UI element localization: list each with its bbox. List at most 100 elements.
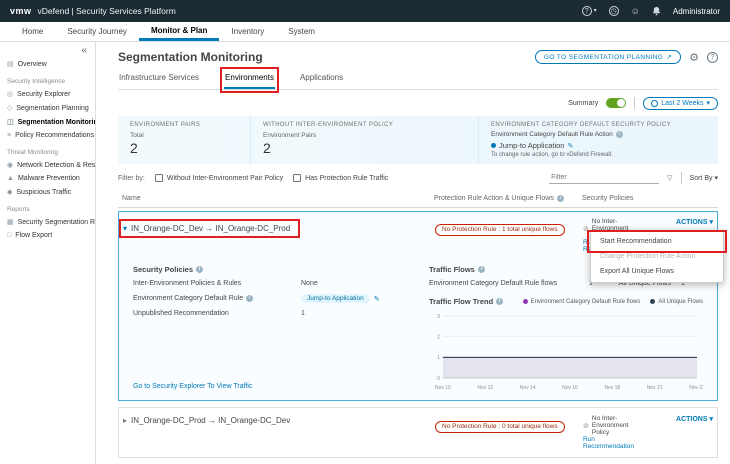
tab-environments[interactable]: Environments bbox=[224, 71, 275, 89]
tab-applications[interactable]: Applications bbox=[299, 71, 344, 89]
checkbox-without-inter-env-policy[interactable]: Without Inter-Environment Pair Policy bbox=[155, 174, 283, 182]
chart-legend: Environment Category Default Rule flows … bbox=[523, 299, 703, 305]
help-circle-icon[interactable]: ? bbox=[707, 52, 718, 63]
no-policy-icon: ⊘ bbox=[583, 422, 589, 430]
suspicious-traffic-icon: ◆ bbox=[7, 188, 12, 196]
sidebar-group-threat-monitoring: Threat Monitoring bbox=[0, 142, 95, 158]
field-unpublished-recommendation-value: 1 bbox=[301, 310, 305, 317]
rule-action-label: Environment Category Default Rule Action bbox=[491, 131, 613, 138]
sidebar-item-overview[interactable]: ▤ Overview bbox=[0, 57, 95, 71]
menu-item-start-recommendation[interactable]: Start Recommendation bbox=[591, 234, 723, 249]
chevron-right-icon[interactable]: ▸ bbox=[123, 416, 127, 425]
row-name-dev-to-prod[interactable]: ▾ IN_Orange-DC_Dev → IN_Orange-DC_Prod bbox=[123, 223, 296, 234]
sidebar-item-security-segmentation-report[interactable]: ▦ Security Segmentation R... bbox=[0, 215, 95, 229]
svg-text:1: 1 bbox=[437, 355, 440, 361]
flow-export-icon: □ bbox=[7, 232, 11, 239]
time-range-selector[interactable]: Last 2 Weeks ▾ bbox=[643, 97, 718, 110]
sidebar-item-segmentation-monitoring[interactable]: ◫ Segmentation Monitoring bbox=[0, 115, 95, 129]
edit-pencil-icon[interactable]: ✎ bbox=[374, 295, 380, 303]
column-name: Name bbox=[122, 195, 434, 202]
filter-funnel-icon[interactable]: ▽ bbox=[667, 174, 672, 182]
row-name-prod-to-dev[interactable]: ▸ IN_Orange-DC_Prod → IN_Orange-DC_Dev bbox=[123, 415, 435, 426]
network-detection-icon: ◉ bbox=[7, 161, 13, 169]
sidebar-item-segmentation-planning[interactable]: ◇ Segmentation Planning bbox=[0, 101, 95, 115]
sidebar-item-flow-export[interactable]: □ Flow Export bbox=[0, 229, 95, 242]
chevron-down-icon[interactable]: ▾ bbox=[123, 224, 127, 233]
environment-pair-row-collapsed: ▸ IN_Orange-DC_Prod → IN_Orange-DC_Dev N… bbox=[118, 407, 718, 458]
table-header: Name Protection Rule Action & Unique Flo… bbox=[118, 192, 718, 208]
segmentation-planning-icon: ◇ bbox=[7, 104, 12, 112]
nav-home[interactable]: Home bbox=[10, 22, 55, 41]
go-to-segmentation-planning-button[interactable]: GO TO SEGMENTATION PLANNING ↗ bbox=[535, 50, 681, 64]
checkbox-icon bbox=[155, 174, 163, 182]
svg-text:Nov 18: Nov 18 bbox=[604, 385, 620, 391]
nav-monitor-and-plan[interactable]: Monitor & Plan bbox=[139, 22, 219, 41]
actions-dropdown-row2[interactable]: ACTIONS ▾ bbox=[643, 415, 713, 423]
without-policy-value: 2 bbox=[263, 140, 466, 156]
protection-rule-badge: No Protection Rule : 0 total unique flow… bbox=[435, 421, 565, 433]
field-unpublished-recommendation: Unpublished Recommendation bbox=[133, 310, 301, 317]
sort-by-dropdown[interactable]: Sort By ▾ bbox=[690, 174, 718, 182]
sidebar-item-policy-recommendations[interactable]: ≡ Policy Recommendations bbox=[0, 129, 95, 142]
field-inter-env-policies-value: None bbox=[301, 280, 318, 287]
chevron-down-icon: ▾ bbox=[706, 99, 710, 107]
malware-prevention-icon: ▲ bbox=[7, 175, 14, 182]
report-icon: ▦ bbox=[7, 218, 14, 226]
security-policies-cell: ⊘ No Inter-Environment Policy Run Recomm… bbox=[583, 415, 643, 450]
sidebar-item-suspicious-traffic[interactable]: ◆ Suspicious Traffic bbox=[0, 185, 95, 199]
no-policy-icon: ⊘ bbox=[583, 225, 589, 233]
svg-text:0: 0 bbox=[437, 376, 440, 382]
sidebar-item-security-explorer[interactable]: ◎ Security Explorer bbox=[0, 87, 95, 101]
without-policy-title: WITHOUT INTER-ENVIRONMENT POLICY bbox=[263, 122, 466, 128]
sidebar-item-network-detection[interactable]: ◉ Network Detection & Res... bbox=[0, 158, 95, 172]
menu-item-export-all-unique-flows[interactable]: Export All Unique Flows bbox=[591, 264, 723, 279]
help-icon[interactable]: ?▾ bbox=[582, 6, 597, 16]
user-icon[interactable]: ☺ bbox=[631, 6, 640, 16]
go-to-security-explorer-link[interactable]: Go to Security Explorer To View Traffic bbox=[133, 383, 429, 392]
svg-text:Nov 12: Nov 12 bbox=[477, 385, 493, 391]
rule-action-note: To change rule action, go to vDefend Fir… bbox=[491, 152, 706, 158]
tab-infrastructure-services[interactable]: Infrastructure Services bbox=[118, 71, 200, 89]
rule-action-value: Jump-to Application bbox=[499, 141, 564, 150]
top-header: vmw vDefend | Security Services Platform… bbox=[0, 0, 730, 22]
summary-label: Summary bbox=[568, 100, 598, 107]
sidebar-collapse-icon[interactable]: « bbox=[0, 42, 95, 57]
gear-icon[interactable]: ⚙ bbox=[689, 51, 699, 64]
username[interactable]: Administrator bbox=[673, 7, 720, 16]
edit-pencil-icon[interactable]: ✎ bbox=[567, 142, 573, 150]
column-security-policies: Security Policies bbox=[582, 195, 644, 202]
activity-icon[interactable]: ◷ bbox=[609, 6, 619, 16]
sidebar-item-malware-prevention[interactable]: ▲ Malware Prevention bbox=[0, 172, 95, 185]
app-title: vDefend | Security Services Platform bbox=[38, 6, 176, 16]
menu-item-change-protection-rule-action: Change Protection Rule Action bbox=[591, 249, 723, 264]
svg-text:3: 3 bbox=[437, 314, 440, 320]
sidebar-group-reports: Reports bbox=[0, 199, 95, 215]
checkbox-has-protection-rule-traffic[interactable]: Has Protection Rule Traffic bbox=[293, 174, 388, 182]
status-dot bbox=[491, 143, 496, 148]
security-explorer-icon: ◎ bbox=[7, 90, 13, 98]
info-icon: i bbox=[557, 195, 564, 202]
default-security-policy-title: ENVIRONMENT CATEGORY DEFAULT SECURITY PO… bbox=[491, 122, 706, 128]
traffic-flows-detail: Traffic Flows i Environment Category Def… bbox=[429, 265, 703, 392]
environment-pairs-title: ENVIRONMENT PAIRS bbox=[130, 122, 238, 128]
column-protection-rule: Protection Rule Action & Unique Flows i bbox=[434, 195, 582, 202]
bell-icon[interactable] bbox=[652, 6, 661, 16]
summary-band: ENVIRONMENT PAIRS Total 2 WITHOUT INTER-… bbox=[118, 116, 718, 164]
filter-by-label: Filter by: bbox=[118, 175, 145, 182]
nav-security-journey[interactable]: Security Journey bbox=[55, 22, 139, 41]
actions-dropdown-row1[interactable]: ACTIONS ▾ bbox=[643, 218, 713, 226]
page-title: Segmentation Monitoring bbox=[118, 50, 263, 64]
filter-input[interactable] bbox=[549, 172, 659, 184]
svg-text:Nov 23: Nov 23 bbox=[689, 385, 703, 391]
policy-recommendations-icon: ≡ bbox=[7, 132, 11, 139]
external-link-icon: ↗ bbox=[666, 53, 672, 61]
run-recommendation-link[interactable]: Run Recommendation bbox=[583, 436, 634, 450]
chevron-down-icon: ▾ bbox=[709, 219, 713, 226]
trend-title: Traffic Flow Trend bbox=[429, 297, 493, 306]
overview-icon: ▤ bbox=[7, 60, 14, 68]
environment-pairs-value: 2 bbox=[130, 140, 238, 156]
actions-menu: Start Recommendation Change Protection R… bbox=[590, 230, 724, 283]
summary-toggle[interactable] bbox=[606, 98, 626, 108]
nav-system[interactable]: System bbox=[276, 22, 327, 41]
nav-inventory[interactable]: Inventory bbox=[219, 22, 276, 41]
